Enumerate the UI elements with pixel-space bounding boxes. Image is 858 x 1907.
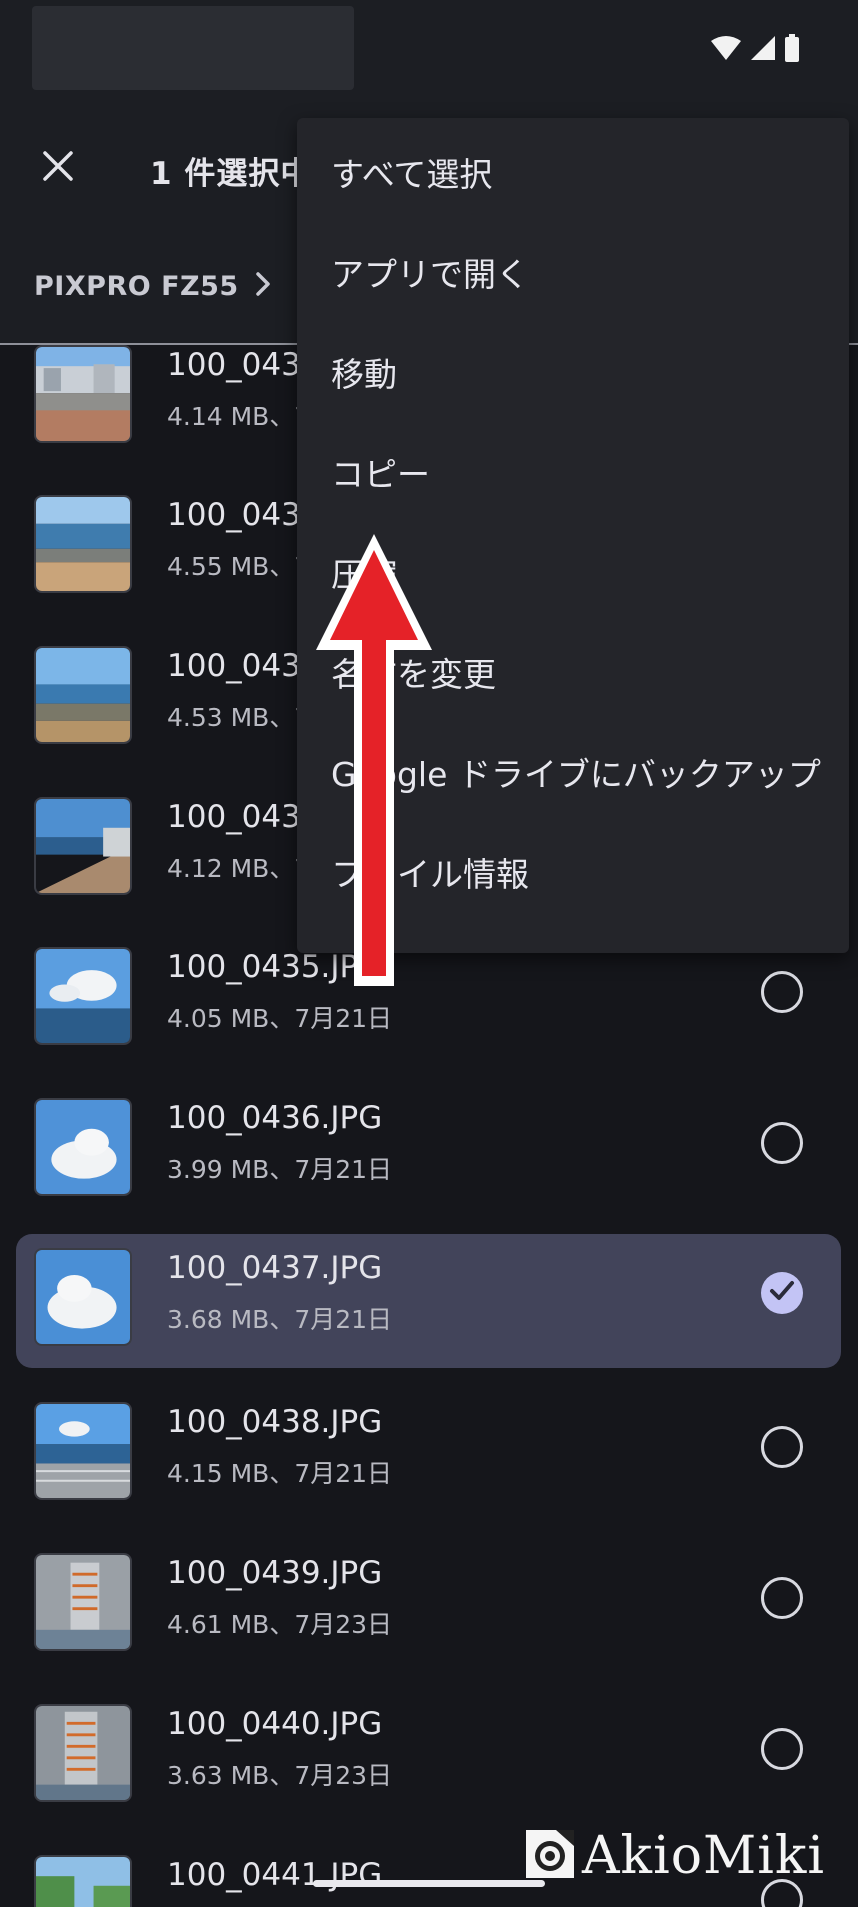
select-radio[interactable] bbox=[761, 971, 803, 1013]
file-meta: 4.05 MB、7月21日 bbox=[167, 1004, 393, 1033]
file-thumbnail bbox=[34, 1098, 132, 1196]
status-icons bbox=[710, 34, 800, 66]
file-row-selected[interactable]: 100_0437.JPG 3.68 MB、7月21日 bbox=[16, 1234, 841, 1368]
file-thumbnail bbox=[34, 1855, 132, 1907]
file-thumbnail bbox=[34, 345, 132, 443]
menu-item-label: 移動 bbox=[331, 355, 397, 394]
select-radio[interactable] bbox=[761, 1122, 803, 1164]
menu-item-label: アプリで開く bbox=[331, 255, 529, 294]
file-thumbnail bbox=[34, 646, 132, 744]
file-thumbnail bbox=[34, 1704, 132, 1802]
menu-item-move[interactable]: 移動 bbox=[297, 318, 849, 418]
file-meta: 4.15 MB、7月21日 bbox=[167, 1459, 393, 1488]
file-thumbnail bbox=[34, 947, 132, 1045]
chevron-right-icon bbox=[253, 270, 273, 302]
file-thumbnail bbox=[34, 1553, 132, 1651]
close-selection-button[interactable] bbox=[30, 140, 86, 196]
file-thumbnail bbox=[34, 495, 132, 593]
breadcrumb[interactable]: PIXPRO FZ55 bbox=[34, 270, 273, 302]
breadcrumb-folder-label: PIXPRO FZ55 bbox=[34, 270, 239, 302]
file-thumbnail bbox=[34, 1402, 132, 1500]
select-radio-checked[interactable] bbox=[761, 1272, 803, 1314]
selection-count-title: 1 件選択中 bbox=[150, 156, 313, 192]
menu-item-select-all[interactable]: すべて選択 bbox=[297, 118, 849, 218]
close-icon bbox=[42, 150, 74, 186]
file-meta: 4.61 MB、7月23日 bbox=[167, 1610, 393, 1639]
file-row[interactable]: 100_0438.JPG 4.15 MB、7月21日 bbox=[16, 1402, 841, 1536]
select-radio[interactable] bbox=[761, 1577, 803, 1619]
gesture-navigation-bar[interactable] bbox=[313, 1880, 545, 1887]
file-name: 100_0439.JPG bbox=[167, 1555, 383, 1591]
status-blurred-area bbox=[32, 6, 354, 90]
file-row[interactable]: 100_0436.JPG 3.99 MB、7月21日 bbox=[16, 1098, 841, 1232]
file-thumbnail bbox=[34, 797, 132, 895]
file-name: 100_0441.JPG bbox=[167, 1857, 383, 1893]
file-name: 100_0437.JPG bbox=[167, 1250, 383, 1286]
signal-icon bbox=[750, 35, 776, 65]
menu-item-label: すべて選択 bbox=[331, 155, 493, 194]
menu-item-open-with[interactable]: アプリで開く bbox=[297, 218, 849, 318]
watermark: AkioMiki bbox=[524, 1826, 825, 1886]
screen: 1 件選択中 PIXPRO FZ55 100_0431.JPG 4.14 MB、… bbox=[0, 0, 858, 1907]
select-radio[interactable] bbox=[761, 1728, 803, 1770]
file-thumbnail bbox=[34, 1248, 132, 1346]
file-meta: 3.99 MB、7月21日 bbox=[167, 1155, 393, 1184]
wifi-icon bbox=[710, 35, 742, 65]
file-meta: 3.63 MB、7月23日 bbox=[167, 1761, 393, 1790]
check-icon bbox=[769, 1280, 795, 1306]
menu-item-label: コピー bbox=[331, 455, 430, 494]
menu-item-copy[interactable]: コピー bbox=[297, 418, 849, 518]
file-row[interactable]: 100_0440.JPG 3.63 MB、7月23日 bbox=[16, 1704, 841, 1838]
file-name: 100_0438.JPG bbox=[167, 1404, 383, 1440]
camera-logo-icon bbox=[524, 1828, 576, 1884]
file-row[interactable]: 100_0439.JPG 4.61 MB、7月23日 bbox=[16, 1553, 841, 1687]
file-name: 100_0436.JPG bbox=[167, 1100, 383, 1136]
battery-icon bbox=[784, 34, 800, 66]
file-meta: 3.68 MB、7月21日 bbox=[167, 1305, 393, 1334]
file-name: 100_0440.JPG bbox=[167, 1706, 383, 1742]
status-bar bbox=[0, 0, 858, 100]
watermark-text: AkioMiki bbox=[582, 1826, 826, 1886]
select-radio[interactable] bbox=[761, 1426, 803, 1468]
annotation-arrow-icon bbox=[310, 530, 438, 990]
